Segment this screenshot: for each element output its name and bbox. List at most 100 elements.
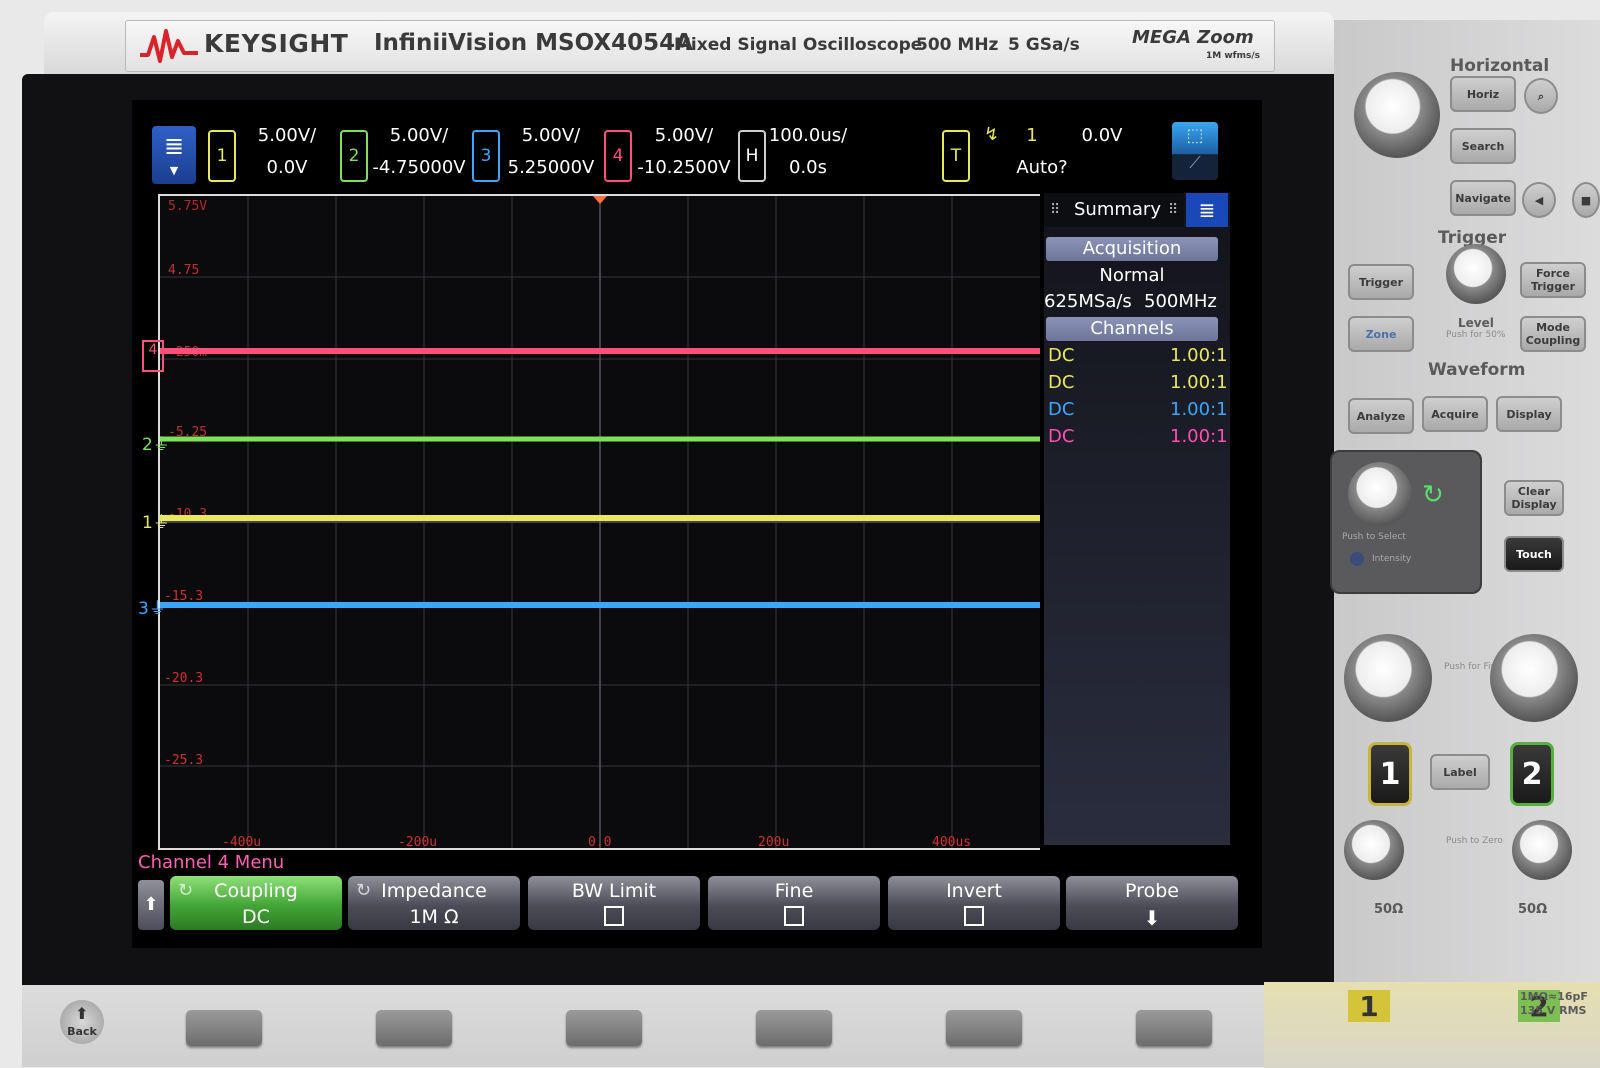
back-label: Back	[67, 1025, 97, 1038]
y-label-7: -25.3	[164, 753, 203, 768]
stop-icon: ■	[1580, 193, 1592, 207]
center-axes	[160, 196, 1040, 848]
summary-panel: ⠿ Summary ⠿ ≣ Acquisition Normal 625MSa/…	[1044, 193, 1230, 845]
list-icon: ≣	[163, 132, 185, 160]
trigger-badge[interactable]: T	[942, 130, 970, 182]
panel-select-button[interactable]: ≣	[1186, 193, 1228, 227]
acquisition-rate: 625MSa/s	[1044, 291, 1132, 312]
search-button[interactable]: Search	[1450, 128, 1516, 164]
bw-limit-softkey[interactable]: BW Limit	[528, 876, 700, 930]
channel-1-button[interactable]: 1	[1368, 742, 1412, 806]
softkey-6-button[interactable]	[1136, 1010, 1212, 1046]
horiz-button[interactable]: Horiz	[1450, 76, 1516, 112]
ch3-coupling: DC	[1048, 399, 1075, 420]
trigger-position-marker	[593, 196, 607, 204]
label-button[interactable]: Label	[1430, 754, 1490, 790]
entry-knob[interactable]	[1348, 462, 1412, 526]
model-description: Mixed Signal Oscilloscope	[674, 35, 923, 55]
zone-button[interactable]: Zone	[1348, 316, 1414, 352]
navigate-back-button[interactable]: ◀	[1522, 182, 1556, 218]
coupling-softkey[interactable]: ↻ Coupling DC	[170, 876, 342, 930]
rising-edge-icon: ↯	[984, 124, 1000, 145]
ch3-badge[interactable]: 3	[472, 130, 500, 182]
softkey-3-button[interactable]	[566, 1010, 642, 1046]
back-button[interactable]: ⬆ Back	[60, 1000, 104, 1044]
bandwidth-spec: 500 MHz	[916, 35, 999, 55]
ch1-badge[interactable]: 1	[208, 130, 236, 182]
fine-softkey[interactable]: Fine	[708, 876, 880, 930]
horizontal-badge[interactable]: H	[738, 130, 766, 182]
ch1-ground-marker[interactable]: 1⏚	[142, 508, 170, 533]
x-label-0: -400u	[222, 835, 261, 848]
acquire-button[interactable]: Acquire	[1422, 396, 1488, 432]
ch2-offset: -4.75000V	[372, 157, 466, 178]
softkey-5-button[interactable]	[946, 1010, 1022, 1046]
ch2-probe: 1.00:1	[1170, 372, 1228, 393]
ch2-scale: 5.00V/	[389, 125, 449, 146]
waveform-display[interactable]: 5.75V 4.75 -250m -5.25 -10.3 -15.3 -20.3…	[158, 194, 1040, 850]
bw-limit-checkbox[interactable]	[604, 906, 624, 926]
select-box-icon: ⬚	[1186, 125, 1204, 146]
ch3-ground-marker[interactable]: 3⏚	[138, 594, 166, 619]
submenu-arrow-icon: ⬇	[1143, 906, 1161, 930]
menu-up-button[interactable]: ⬆	[138, 880, 164, 930]
model-name: InfiniiVision MSOX4054A	[374, 30, 693, 56]
ch4-coupling: DC	[1048, 426, 1075, 447]
softkey-1-button[interactable]	[186, 1010, 262, 1046]
channel-2-button[interactable]: 2	[1510, 742, 1554, 806]
invert-checkbox[interactable]	[964, 906, 984, 926]
ch3-marker-label: 3	[138, 599, 149, 619]
drag-handle-icon[interactable]: ⠿	[1050, 193, 1060, 227]
ch4-ground-marker[interactable]: 4	[142, 340, 164, 372]
back-arrow-icon: ⬆	[75, 1004, 89, 1023]
probe-softkey[interactable]: Probe ⬇	[1066, 876, 1238, 930]
analyze-button[interactable]: Analyze	[1348, 398, 1414, 434]
ch4-badge[interactable]: 4	[604, 130, 632, 182]
ch2-badge[interactable]: 2	[340, 130, 368, 182]
fine-checkbox[interactable]	[784, 906, 804, 926]
ch1-impedance-label: 50Ω	[1374, 902, 1404, 917]
horizontal-delay: 0.0s	[788, 157, 827, 178]
ch1-scale: 5.00V/	[257, 125, 317, 146]
softkey-4-button[interactable]	[756, 1010, 832, 1046]
drag-handle-right-icon[interactable]: ⠿	[1168, 193, 1178, 227]
ch2-coupling: DC	[1048, 372, 1075, 393]
mode-coupling-button[interactable]: Mode Coupling	[1520, 316, 1586, 352]
ch2-ground-marker[interactable]: 2⏚	[142, 430, 170, 455]
ch1-scale-knob[interactable]	[1344, 634, 1432, 722]
display-button[interactable]: Display	[1496, 396, 1562, 432]
trigger-button[interactable]: Trigger	[1348, 264, 1414, 300]
impedance-softkey[interactable]: ↻ Impedance 1M Ω	[348, 876, 520, 930]
ch2-scale-knob[interactable]	[1490, 634, 1578, 722]
fine-label: Fine	[774, 880, 814, 902]
navigate-stop-button[interactable]: ■	[1572, 182, 1600, 218]
invert-softkey[interactable]: Invert	[888, 876, 1060, 930]
keysight-logo-icon	[140, 29, 198, 63]
clear-display-button[interactable]: Clear Display	[1504, 480, 1564, 516]
softkey-2-button[interactable]	[376, 1010, 452, 1046]
coupling-value: DC	[242, 906, 270, 928]
ch2-impedance-label: 50Ω	[1518, 902, 1548, 917]
horizontal-scale-knob[interactable]	[1354, 72, 1440, 158]
ch1-offset-knob[interactable]	[1344, 820, 1404, 880]
magnifier-icon: ⌕	[1537, 89, 1545, 103]
summary-tab[interactable]: ⠿ Summary ⠿	[1044, 193, 1184, 227]
impedance-value: 1M Ω	[409, 906, 459, 928]
touch-zoom-mode-button[interactable]: ⬚ ⟋	[1172, 122, 1218, 180]
play-back-icon: ◀	[1534, 193, 1544, 207]
navigate-button[interactable]: Navigate	[1450, 180, 1516, 216]
ch4-marker-label: 4	[148, 342, 158, 358]
oscilloscope-screen: ≣ ▼ 1 5.00V/ 0.0V 2 5.00V/ -4.75000V 3 5…	[132, 100, 1262, 948]
horizontal-section-label: Horizontal	[1450, 56, 1550, 76]
ch2-offset-knob[interactable]	[1512, 820, 1572, 880]
trigger-level-knob[interactable]	[1446, 244, 1506, 304]
chevron-down-icon: ▼	[169, 164, 179, 177]
level-label: Level	[1458, 316, 1494, 330]
force-trigger-button[interactable]: Force Trigger	[1520, 262, 1586, 298]
zoom-button[interactable]: ⌕	[1524, 78, 1558, 114]
input-spec-label: 1MΩ≈16pF	[1520, 990, 1588, 1003]
touch-button[interactable]: Touch	[1504, 536, 1564, 572]
main-menu-button[interactable]: ≣ ▼	[152, 126, 196, 184]
acquisition-bandwidth: 500MHz	[1144, 291, 1217, 312]
menu-title: Channel 4 Menu	[138, 852, 285, 873]
